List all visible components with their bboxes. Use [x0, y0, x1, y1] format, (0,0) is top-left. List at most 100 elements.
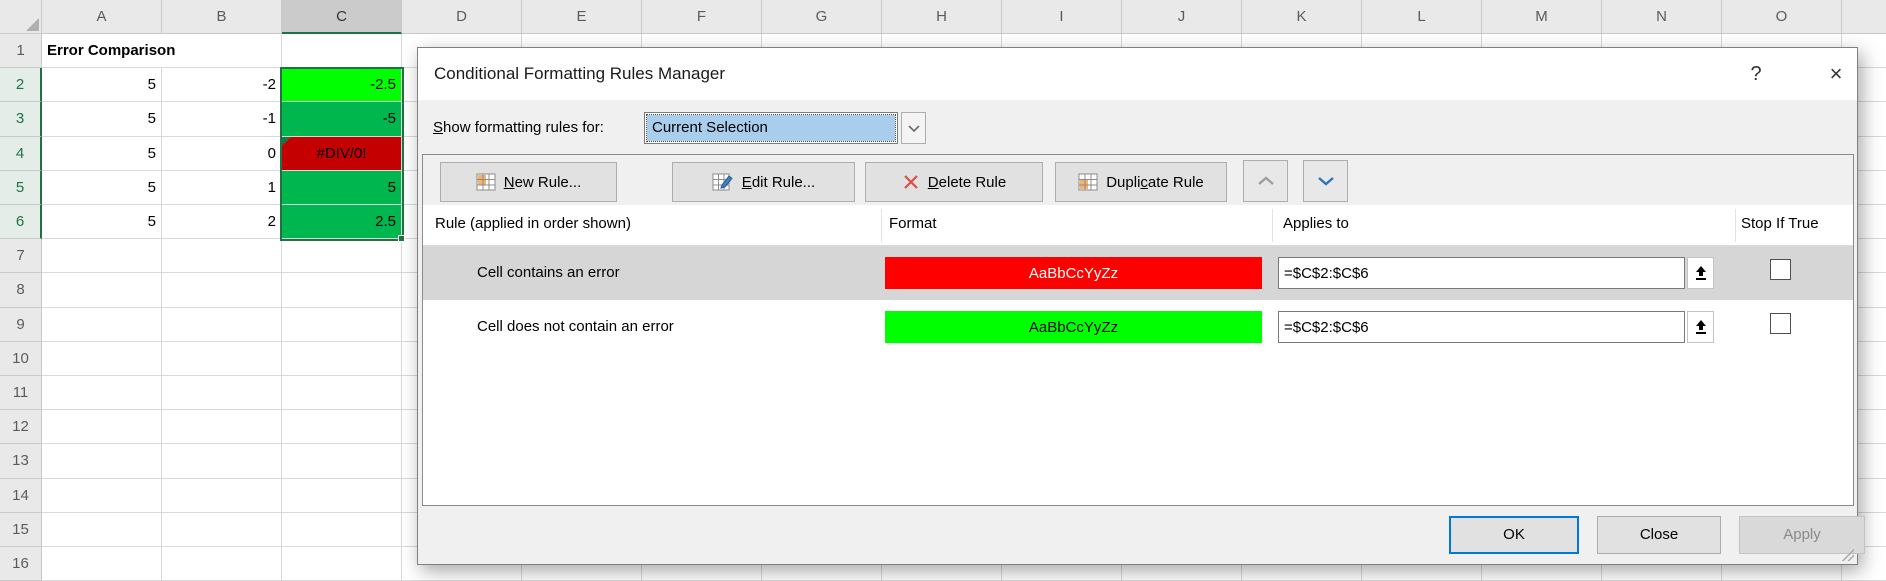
stop-if-true-checkbox[interactable] — [1770, 259, 1791, 280]
cell-B12[interactable] — [162, 410, 282, 444]
col-header-J[interactable]: J — [1122, 0, 1242, 34]
row-header-5[interactable]: 5 — [0, 171, 42, 205]
row-header-3[interactable]: 3 — [0, 102, 42, 136]
row-header-8[interactable]: 8 — [0, 273, 42, 307]
col-header-I[interactable]: I — [1002, 0, 1122, 34]
dialog-titlebar[interactable]: Conditional Formatting Rules Manager ? × — [418, 48, 1857, 100]
cell-B13[interactable] — [162, 444, 282, 478]
cell-B6[interactable]: 2 — [162, 205, 282, 239]
cell-A7[interactable] — [42, 239, 162, 273]
cell-B16[interactable] — [162, 547, 282, 581]
cell-C10[interactable] — [282, 342, 402, 376]
row-header-12[interactable]: 12 — [0, 410, 42, 444]
row-header-7[interactable]: 7 — [0, 239, 42, 273]
cell-A12[interactable] — [42, 410, 162, 444]
cell-B5[interactable]: 1 — [162, 171, 282, 205]
edit-rule-button[interactable]: Edit Rule... — [672, 162, 855, 202]
collapse-dialog-button[interactable] — [1687, 311, 1714, 343]
cell-A1[interactable]: Error Comparison — [42, 34, 282, 68]
cell-B9[interactable] — [162, 308, 282, 342]
cell-C15[interactable] — [282, 513, 402, 547]
close-button[interactable]: Close — [1597, 516, 1721, 554]
move-rule-down-button[interactable] — [1303, 160, 1348, 202]
row-header-13[interactable]: 13 — [0, 444, 42, 478]
cell-A14[interactable] — [42, 479, 162, 513]
col-header-M[interactable]: M — [1482, 0, 1602, 34]
cell-A9[interactable] — [42, 308, 162, 342]
cell-A5[interactable]: 5 — [42, 171, 162, 205]
cell-B2[interactable]: -2 — [162, 68, 282, 102]
show-rules-for-combobox[interactable]: Current Selection — [644, 112, 898, 144]
col-header-L[interactable]: L — [1362, 0, 1482, 34]
rule-row-cell-contains-error[interactable]: Cell contains an error AaBbCcYyZz — [423, 246, 1853, 300]
new-rule-button[interactable]: New Rule... — [440, 162, 617, 202]
cell-C3[interactable]: -5 — [282, 102, 402, 136]
cell-C11[interactable] — [282, 376, 402, 410]
row-header-15[interactable]: 15 — [0, 513, 42, 547]
cell-B11[interactable] — [162, 376, 282, 410]
cell-B14[interactable] — [162, 479, 282, 513]
row-header-4[interactable]: 4 — [0, 137, 42, 171]
applies-to-input[interactable] — [1278, 311, 1685, 343]
cell-A4[interactable]: 5 — [42, 137, 162, 171]
row-header-9[interactable]: 9 — [0, 308, 42, 342]
row-header-2[interactable]: 2 — [0, 68, 42, 102]
delete-rule-button[interactable]: Delete Rule — [865, 162, 1043, 202]
cell-A15[interactable] — [42, 513, 162, 547]
cell-A10[interactable] — [42, 342, 162, 376]
cell-C2[interactable]: -2.5 — [282, 68, 402, 102]
stop-if-true-checkbox[interactable] — [1770, 313, 1791, 334]
resize-grip[interactable] — [1842, 549, 1854, 561]
row-header-14[interactable]: 14 — [0, 479, 42, 513]
select-all-corner[interactable] — [0, 0, 42, 34]
cell-B8[interactable] — [162, 273, 282, 307]
cell-B4[interactable]: 0 — [162, 137, 282, 171]
cell-C5[interactable]: 5 — [282, 171, 402, 205]
col-header-K[interactable]: K — [1242, 0, 1362, 34]
col-header-A[interactable]: A — [42, 0, 162, 34]
cell-A3[interactable]: 5 — [42, 102, 162, 136]
row-header-16[interactable]: 16 — [0, 547, 42, 581]
col-header-F[interactable]: F — [642, 0, 762, 34]
col-header-B[interactable]: B — [162, 0, 282, 34]
col-header-G[interactable]: G — [762, 0, 882, 34]
cell-A13[interactable] — [42, 444, 162, 478]
help-icon[interactable]: ? — [1734, 48, 1778, 100]
cell-C12[interactable] — [282, 410, 402, 444]
cell-B7[interactable] — [162, 239, 282, 273]
cell-A8[interactable] — [42, 273, 162, 307]
cell-A16[interactable] — [42, 547, 162, 581]
cell-B3[interactable]: -1 — [162, 102, 282, 136]
combobox-dropdown-button[interactable] — [901, 112, 926, 144]
cell-C9[interactable] — [282, 308, 402, 342]
cell-C4[interactable]: #DIV/0! — [282, 137, 402, 171]
cell-C8[interactable] — [282, 273, 402, 307]
cell-B15[interactable] — [162, 513, 282, 547]
cell-A2[interactable]: 5 — [42, 68, 162, 102]
cell-B10[interactable] — [162, 342, 282, 376]
col-header-N[interactable]: N — [1602, 0, 1722, 34]
cell-C13[interactable] — [282, 444, 402, 478]
collapse-dialog-button[interactable] — [1687, 257, 1714, 289]
move-rule-up-button[interactable] — [1243, 160, 1288, 202]
cell-C7[interactable] — [282, 239, 402, 273]
cell-C6[interactable]: 2.5 — [282, 205, 402, 239]
rule-row-cell-not-contains-error[interactable]: Cell does not contain an error AaBbCcYyZ… — [423, 300, 1853, 354]
cell-C14[interactable] — [282, 479, 402, 513]
cell-A6[interactable]: 5 — [42, 205, 162, 239]
cell-C16[interactable] — [282, 547, 402, 581]
applies-to-input[interactable] — [1278, 257, 1685, 289]
col-header-C[interactable]: C — [282, 0, 402, 34]
col-header-E[interactable]: E — [522, 0, 642, 34]
col-header-O[interactable]: O — [1722, 0, 1842, 34]
ok-button[interactable]: OK — [1449, 516, 1579, 554]
row-header-1[interactable]: 1 — [0, 34, 42, 68]
row-header-11[interactable]: 11 — [0, 376, 42, 410]
close-icon[interactable]: × — [1814, 48, 1858, 100]
col-header-D[interactable]: D — [402, 0, 522, 34]
col-header-H[interactable]: H — [882, 0, 1002, 34]
row-header-10[interactable]: 10 — [0, 342, 42, 376]
cell-C1[interactable] — [282, 34, 402, 68]
row-header-6[interactable]: 6 — [0, 205, 42, 239]
duplicate-rule-button[interactable]: Duplicate Rule — [1055, 162, 1227, 202]
